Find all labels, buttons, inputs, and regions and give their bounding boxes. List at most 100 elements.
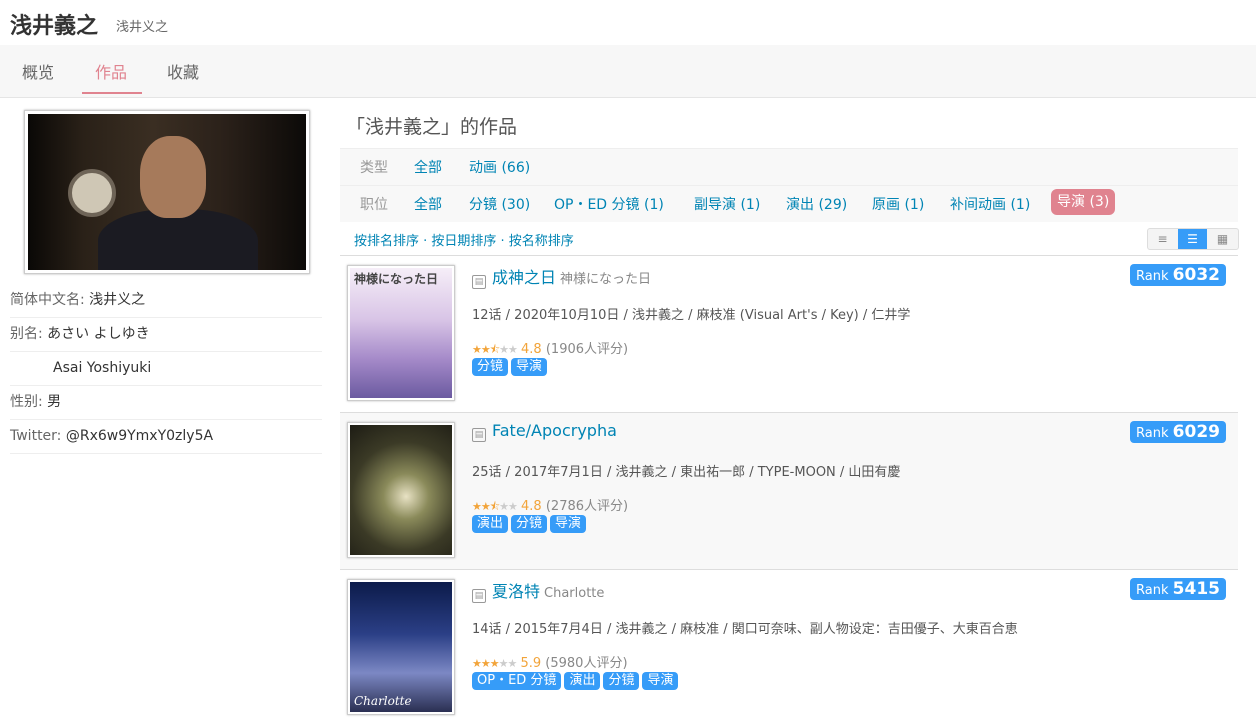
work-votes: (1906人评分) — [545, 342, 629, 357]
filter-role-inbetween[interactable]: 补间动画 (1) — [950, 197, 1030, 213]
tv-icon: ▤ — [472, 589, 486, 603]
rank-value: 6032 — [1172, 265, 1220, 285]
tab-bar: 概览 作品 收藏 — [0, 45, 1256, 98]
role-tag[interactable]: 导演 — [550, 515, 587, 533]
avatar-head-shape — [140, 136, 206, 218]
work-orig-title: 神様になった日 — [560, 272, 652, 287]
tab-works[interactable]: 作品 — [95, 59, 127, 83]
work-cover[interactable]: 神様になった日 — [347, 265, 455, 401]
work-score: 5.9 — [520, 656, 542, 671]
work-cover[interactable] — [347, 422, 455, 558]
tv-icon: ▤ — [472, 275, 486, 289]
type-filter: 类型 全部 动画 (66) — [340, 148, 1238, 185]
work-votes: (5980人评分) — [545, 656, 628, 671]
work-meta: 25话 / 2017年7月1日 / 浅井義之 / 東出祐一郎 / TYPE-MO… — [472, 465, 901, 480]
filter-role-episode-director[interactable]: 演出 (29) — [786, 197, 847, 213]
filter-type-anime[interactable]: 动画 (66) — [469, 160, 530, 176]
work-score: 4.8 — [521, 342, 542, 357]
work-tags: 分镜 导演 — [472, 358, 550, 376]
role-tag[interactable]: 演出 — [564, 672, 601, 690]
info-row-alias-2: Asai Yoshiyuki — [10, 352, 322, 386]
view-switcher: ≡ ☰ ▦ — [1147, 228, 1239, 250]
avatar-body-shape — [98, 209, 258, 270]
cover-caption: 神様になった日 — [354, 272, 439, 286]
tab-collections[interactable]: 收藏 — [167, 59, 199, 83]
info-key: Twitter: — [10, 428, 66, 444]
stars-icon: ★★⯪★★ — [472, 500, 518, 513]
info-key: 性别: — [10, 394, 48, 410]
active-tab-underline — [82, 92, 142, 94]
work-tags: 演出 分镜 导演 — [472, 515, 589, 533]
work-rating: ★★★★★ 5.9 (5980人评分) — [472, 652, 628, 671]
info-row-gender: 性别: 男 — [10, 386, 322, 420]
info-value: Asai Yoshiyuki — [53, 360, 152, 376]
avatar-frame[interactable] — [24, 110, 310, 274]
info-list: 简体中文名: 浅井义之 别名: あさい よしゆき Asai Yoshiyuki … — [10, 284, 322, 454]
cover-image: 神様になった日 — [350, 268, 452, 398]
info-key: 别名: — [10, 326, 48, 342]
filter-role-all[interactable]: 全部 — [414, 197, 442, 213]
role-filter-label: 职位 — [360, 197, 388, 213]
work-cover[interactable]: Charlotte — [347, 579, 455, 715]
work-orig-title: Charlotte — [544, 586, 605, 601]
tv-icon: ▤ — [472, 428, 486, 442]
header: 浅井義之 浅井义之 — [0, 0, 1256, 46]
role-tag[interactable]: 分镜 — [472, 358, 509, 376]
speaker-shape — [68, 169, 116, 217]
info-row-twitter: Twitter: @Rx6w9YmxY0zly5A — [10, 420, 322, 454]
rank-label: Rank — [1136, 583, 1169, 598]
work-title-link[interactable]: 夏洛特 — [492, 582, 540, 601]
rank-label: Rank — [1136, 269, 1169, 284]
role-tag[interactable]: 演出 — [472, 515, 509, 533]
role-tag[interactable]: OP・ED 分镜 — [472, 672, 562, 690]
info-row-cn-name: 简体中文名: 浅井义之 — [10, 284, 322, 318]
view-grid-icon[interactable]: ▦ — [1208, 229, 1237, 249]
stars-icon: ★★★★★ — [472, 657, 517, 670]
tab-overview[interactable]: 概览 — [22, 59, 54, 83]
work-item: 神様になった日 ▤ 成神之日 神様になった日 12话 / 2020年10月10日 /… — [340, 255, 1238, 412]
work-votes: (2786人评分) — [545, 499, 629, 514]
cover-image — [350, 425, 452, 555]
work-rating: ★★⯪★★ 4.8 (2786人评分) — [472, 495, 628, 517]
role-tag[interactable]: 分镜 — [511, 515, 548, 533]
info-row-alias: 别名: あさい よしゆき — [10, 318, 322, 352]
person-name-cn: 浅井义之 — [116, 20, 169, 35]
filter-role-key-animation[interactable]: 原画 (1) — [872, 197, 924, 213]
info-value: 男 — [47, 394, 62, 410]
work-title-link[interactable]: 成神之日 — [492, 268, 556, 287]
avatar — [28, 114, 306, 270]
work-meta: 14话 / 2015年7月4日 / 浅井義之 / 麻枝准 / 関口可奈味、副人物… — [472, 622, 1018, 637]
info-key: 简体中文名: — [10, 292, 90, 308]
rank-value: 6029 — [1172, 422, 1220, 442]
filter-role-oped[interactable]: OP・ED 分镜 (1) — [554, 197, 664, 213]
work-item: Charlotte ▤ 夏洛特 Charlotte 14话 / 2015年7月4日 … — [340, 569, 1238, 726]
work-rating: ★★⯪★★ 4.8 (1906人评分) — [472, 338, 628, 360]
cover-caption: Charlotte — [354, 694, 412, 708]
work-title-link[interactable]: Fate/Apocrypha — [492, 421, 617, 440]
info-value: あさい よしゆき — [47, 326, 150, 342]
cover-image: Charlotte — [350, 582, 452, 712]
work-tags: OP・ED 分镜 演出 分镜 导演 — [472, 672, 681, 690]
work-score: 4.8 — [521, 499, 542, 514]
work-meta: 12话 / 2020年10月10日 / 浅井義之 / 麻枝准 (Visual A… — [472, 308, 911, 323]
rank-label: Rank — [1136, 426, 1169, 441]
filter-role-director[interactable]: 导演 (3) — [1051, 189, 1116, 215]
role-tag[interactable]: 导演 — [511, 358, 548, 376]
type-filter-label: 类型 — [360, 160, 388, 176]
view-list-icon[interactable]: ≡ — [1148, 229, 1177, 249]
rank-badge: Rank 6029 — [1130, 421, 1226, 443]
filter-type-all[interactable]: 全部 — [414, 160, 442, 176]
role-filter: 职位 全部 分镜 (30) OP・ED 分镜 (1) 副导演 (1) 演出 (2… — [340, 185, 1238, 222]
role-tag[interactable]: 分镜 — [603, 672, 640, 690]
rank-badge: Rank 6032 — [1130, 264, 1226, 286]
view-detail-icon[interactable]: ☰ — [1178, 229, 1207, 249]
role-tag[interactable]: 导演 — [642, 672, 679, 690]
sort-options[interactable]: 按排名排序 · 按日期排序 · 按名称排序 — [354, 230, 574, 249]
rank-badge: Rank 5415 — [1130, 578, 1226, 600]
stars-icon: ★★⯪★★ — [472, 343, 518, 356]
filter-role-assistant-director[interactable]: 副导演 (1) — [694, 197, 760, 213]
rank-value: 5415 — [1172, 579, 1220, 599]
info-value: 浅井义之 — [89, 292, 146, 308]
filter-role-storyboard[interactable]: 分镜 (30) — [469, 197, 530, 213]
works-title: 「浅井義之」的作品 — [346, 116, 518, 138]
